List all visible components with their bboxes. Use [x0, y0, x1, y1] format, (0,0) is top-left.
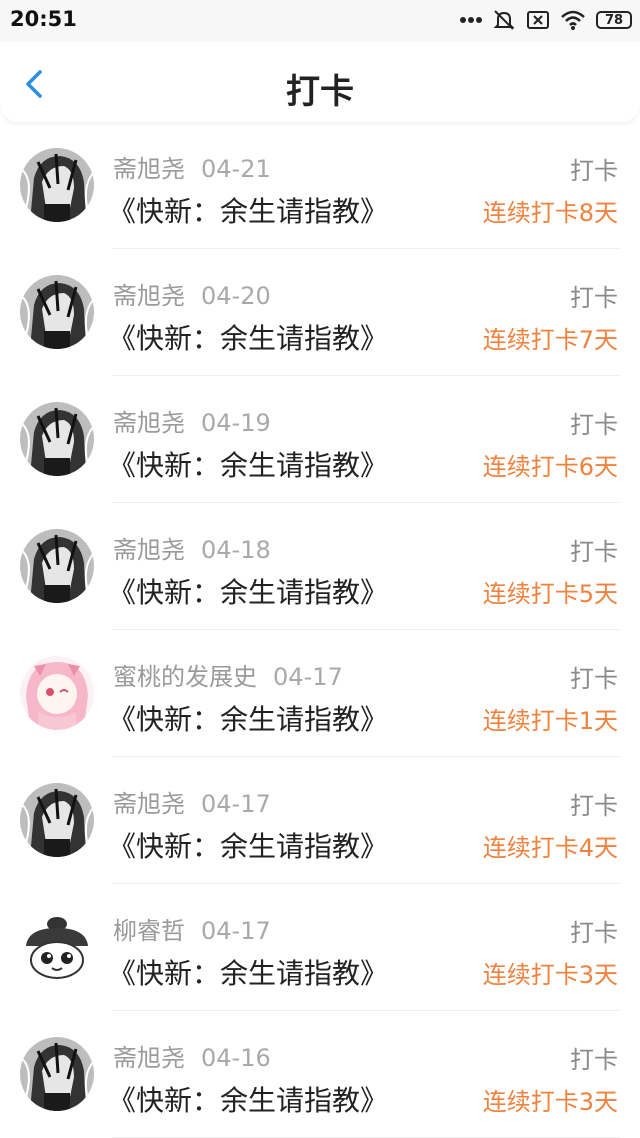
avatar[interactable] — [20, 529, 94, 603]
item-meta: 斋旭尧 04-21 — [113, 149, 271, 184]
checkin-list: 斋旭尧 04-21 《快新：余生请指教》 打卡 连续打卡8天 斋旭尧 04-20 《… — [0, 122, 640, 1138]
user-name[interactable]: 斋旭尧 — [113, 409, 185, 437]
date-label: 04-21 — [201, 155, 271, 183]
avatar[interactable] — [20, 1037, 94, 1111]
list-item[interactable]: 蜜桃的发展史 04-17 《快新：余生请指教》 打卡 连续打卡1天 — [0, 630, 640, 757]
manga-avatar-image — [20, 529, 94, 603]
list-item[interactable]: 柳睿哲 04-17 《快新：余生请指教》 打卡 连续打卡3天 — [0, 884, 640, 1011]
book-title[interactable]: 《快新：余生请指教》 — [108, 317, 388, 357]
date-label: 04-20 — [201, 282, 271, 310]
manga-avatar-image — [20, 275, 94, 349]
user-name[interactable]: 斋旭尧 — [113, 282, 185, 310]
more-dots-icon — [460, 17, 482, 23]
status-bar: 20:51 78 — [0, 0, 640, 42]
no-sim-icon — [527, 11, 549, 29]
record-type: 打卡 — [570, 1046, 618, 1074]
top-bar: 打卡 — [0, 42, 640, 122]
avatar[interactable] — [20, 656, 94, 730]
record-type: 打卡 — [570, 538, 618, 566]
item-meta: 柳睿哲 04-17 — [113, 911, 271, 946]
list-item[interactable]: 斋旭尧 04-18 《快新：余生请指教》 打卡 连续打卡5天 — [0, 503, 640, 630]
date-label: 04-19 — [201, 409, 271, 437]
streak-label: 连续打卡4天 — [482, 834, 618, 862]
item-meta: 斋旭尧 04-19 — [113, 403, 271, 438]
manga-avatar-image — [20, 402, 94, 476]
user-name[interactable]: 柳睿哲 — [113, 917, 185, 945]
book-title[interactable]: 《快新：余生请指教》 — [108, 698, 388, 738]
pink-avatar-image — [20, 656, 94, 730]
list-item[interactable]: 斋旭尧 04-20 《快新：余生请指教》 打卡 连续打卡7天 — [0, 249, 640, 376]
date-label: 04-17 — [273, 663, 343, 691]
page-title: 打卡 — [286, 72, 354, 112]
avatar[interactable] — [20, 783, 94, 857]
mute-bell-icon — [493, 10, 515, 30]
user-name[interactable]: 蜜桃的发展史 — [113, 663, 257, 691]
item-meta: 蜜桃的发展史 04-17 — [113, 657, 343, 692]
cartoon-avatar-image — [20, 910, 94, 984]
item-meta: 斋旭尧 04-18 — [113, 530, 271, 565]
wifi-icon — [561, 10, 585, 30]
status-time: 20:51 — [10, 7, 77, 31]
record-type: 打卡 — [570, 919, 618, 947]
streak-label: 连续打卡7天 — [482, 326, 618, 354]
avatar[interactable] — [20, 910, 94, 984]
date-label: 04-16 — [201, 1044, 271, 1072]
item-meta: 斋旭尧 04-16 — [113, 1038, 271, 1073]
user-name[interactable]: 斋旭尧 — [113, 536, 185, 564]
book-title[interactable]: 《快新：余生请指教》 — [108, 444, 388, 484]
streak-label: 连续打卡8天 — [482, 199, 618, 227]
item-meta: 斋旭尧 04-20 — [113, 276, 271, 311]
streak-label: 连续打卡3天 — [482, 961, 618, 989]
user-name[interactable]: 斋旭尧 — [113, 155, 185, 183]
book-title[interactable]: 《快新：余生请指教》 — [108, 190, 388, 230]
book-title[interactable]: 《快新：余生请指教》 — [108, 825, 388, 865]
streak-label: 连续打卡5天 — [482, 580, 618, 608]
user-name[interactable]: 斋旭尧 — [113, 1044, 185, 1072]
book-title[interactable]: 《快新：余生请指教》 — [108, 1079, 388, 1119]
user-name[interactable]: 斋旭尧 — [113, 790, 185, 818]
avatar[interactable] — [20, 275, 94, 349]
record-type: 打卡 — [570, 411, 618, 439]
list-item[interactable]: 斋旭尧 04-19 《快新：余生请指教》 打卡 连续打卡6天 — [0, 376, 640, 503]
streak-label: 连续打卡1天 — [482, 707, 618, 735]
date-label: 04-17 — [201, 917, 271, 945]
date-label: 04-17 — [201, 790, 271, 818]
manga-avatar-image — [20, 1037, 94, 1111]
status-icons: 78 — [460, 8, 632, 32]
battery-indicator: 78 — [596, 11, 632, 29]
avatar[interactable] — [20, 148, 94, 222]
manga-avatar-image — [20, 148, 94, 222]
date-label: 04-18 — [201, 536, 271, 564]
streak-label: 连续打卡3天 — [482, 1088, 618, 1116]
list-item[interactable]: 斋旭尧 04-16 《快新：余生请指教》 打卡 连续打卡3天 — [0, 1011, 640, 1138]
item-meta: 斋旭尧 04-17 — [113, 784, 271, 819]
record-type: 打卡 — [570, 284, 618, 312]
streak-label: 连续打卡6天 — [482, 453, 618, 481]
book-title[interactable]: 《快新：余生请指教》 — [108, 952, 388, 992]
record-type: 打卡 — [570, 792, 618, 820]
avatar[interactable] — [20, 402, 94, 476]
book-title[interactable]: 《快新：余生请指教》 — [108, 571, 388, 611]
record-type: 打卡 — [570, 157, 618, 185]
list-item[interactable]: 斋旭尧 04-21 《快新：余生请指教》 打卡 连续打卡8天 — [0, 122, 640, 249]
manga-avatar-image — [20, 783, 94, 857]
list-item[interactable]: 斋旭尧 04-17 《快新：余生请指教》 打卡 连续打卡4天 — [0, 757, 640, 884]
record-type: 打卡 — [570, 665, 618, 693]
